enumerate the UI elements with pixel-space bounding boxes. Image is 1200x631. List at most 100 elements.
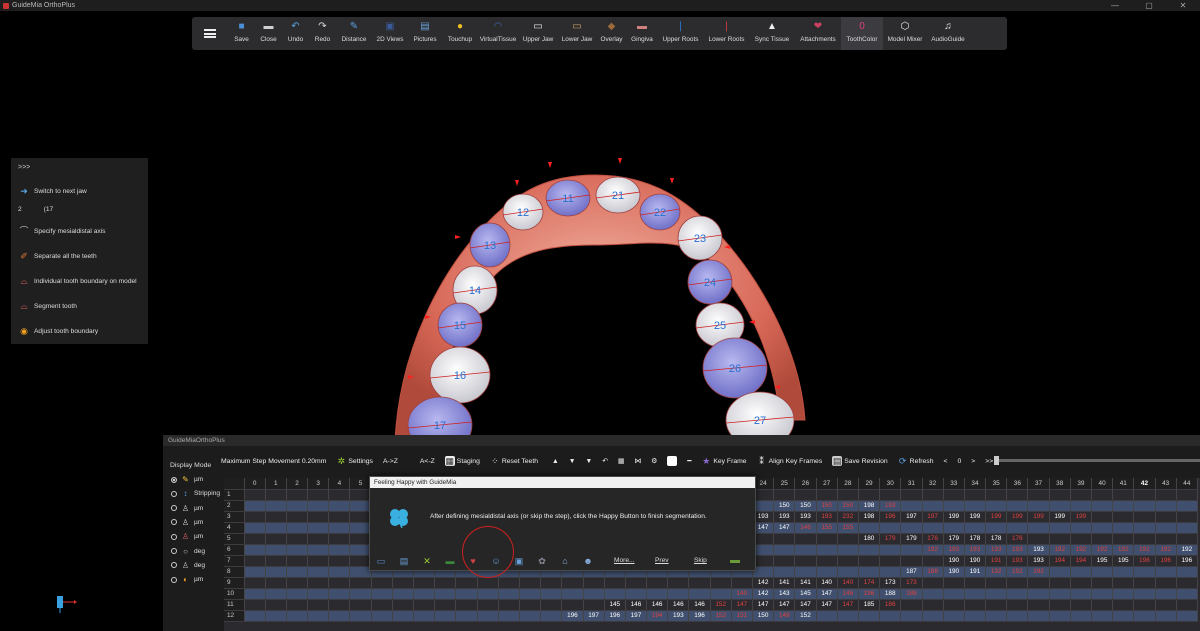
grid-cell[interactable] [1091, 489, 1114, 501]
grid-cell[interactable]: 188 [922, 566, 944, 578]
radio-button[interactable] [171, 533, 177, 540]
grid-cell[interactable] [1155, 522, 1177, 534]
grid-cell[interactable] [1133, 511, 1156, 523]
grid-cell[interactable]: 179 [943, 533, 965, 545]
grid-cell[interactable] [371, 577, 393, 589]
grid-cell[interactable]: 145 [604, 599, 626, 611]
grid-cell[interactable] [964, 610, 987, 622]
grid-cell[interactable]: 199 [943, 511, 965, 523]
grid-button[interactable]: ▦ [618, 457, 624, 465]
grid-cell[interactable] [477, 599, 499, 611]
grid-cell[interactable] [561, 599, 584, 611]
grid-cell[interactable]: 176 [1006, 533, 1029, 545]
grid-cell[interactable] [265, 610, 287, 622]
grid-cell[interactable] [922, 588, 944, 600]
grid-cell[interactable] [1091, 566, 1114, 578]
grid-cell[interactable] [837, 555, 859, 567]
grid-cell[interactable]: 193 [964, 544, 987, 556]
grid-cell[interactable] [244, 577, 266, 589]
grid-cell[interactable] [943, 610, 965, 622]
grid-cell[interactable] [688, 588, 711, 600]
grid-cell[interactable] [1112, 599, 1135, 611]
grid-cell[interactable] [964, 522, 987, 534]
grid-cell[interactable] [1070, 588, 1093, 600]
grid-cell[interactable] [1176, 522, 1198, 534]
grid-cell[interactable] [1091, 511, 1114, 523]
grid-cell[interactable] [455, 577, 478, 589]
grid-column-header[interactable]: 35 [985, 478, 1008, 490]
grid-column-header[interactable]: 3 [307, 478, 330, 490]
grid-cell[interactable] [794, 489, 817, 501]
grid-cell[interactable] [1133, 577, 1156, 589]
grid-cell[interactable] [307, 588, 330, 600]
grid-cell[interactable]: 147 [773, 599, 796, 611]
toolbar-upper-jaw-button[interactable]: ▭ Upper Jaw [518, 17, 558, 50]
grid-cell[interactable] [328, 511, 351, 523]
grid-cell[interactable] [667, 588, 690, 600]
grid-cell[interactable] [1176, 588, 1198, 600]
grid-cell[interactable]: 146 [837, 588, 859, 600]
grid-cell[interactable] [1155, 610, 1177, 622]
grid-cell[interactable] [349, 500, 372, 512]
grid-cell[interactable] [498, 599, 520, 611]
toolbar-redo-button[interactable]: ↷ Redo [309, 17, 336, 50]
grid-cell[interactable] [286, 544, 309, 556]
grid-cell[interactable]: 193 [816, 511, 838, 523]
grid-column-header[interactable]: 30 [879, 478, 902, 490]
grid-cell[interactable] [561, 588, 584, 600]
grid-row-label[interactable]: 7 [224, 555, 245, 567]
grid-cell[interactable]: 146 [625, 599, 648, 611]
grid-cell[interactable] [265, 577, 287, 589]
display-mode-option[interactable]: ↕ Stripping [171, 489, 220, 498]
display-mode-option[interactable]: ✎ µm [171, 475, 203, 484]
grid-cell[interactable]: 192 [985, 566, 1008, 578]
grid-cell[interactable]: 192 [1070, 544, 1093, 556]
grid-cell[interactable] [1155, 566, 1177, 578]
grid-cell[interactable] [413, 588, 436, 600]
grid-cell[interactable] [858, 555, 881, 567]
grid-cell[interactable] [328, 489, 351, 501]
grid-cell[interactable] [286, 599, 309, 611]
grid-row-label[interactable]: 8 [224, 566, 245, 578]
grid-cell[interactable] [1049, 577, 1071, 589]
grid-cell[interactable] [773, 489, 796, 501]
grid-cell[interactable] [244, 555, 266, 567]
grid-cell[interactable] [244, 522, 266, 534]
grid-cell[interactable] [1133, 500, 1156, 512]
grid-cell[interactable] [1070, 489, 1093, 501]
grid-cell[interactable]: 146 [688, 599, 711, 611]
grid-cell[interactable] [583, 577, 605, 589]
grid-cell[interactable] [1049, 610, 1071, 622]
grid-cell[interactable]: 192 [1049, 544, 1071, 556]
grid-row-label[interactable]: 2 [224, 500, 245, 512]
grid-cell[interactable] [307, 522, 330, 534]
step-5-button[interactable]: ◉ Adjust tooth boundary [18, 325, 98, 337]
grid-cell[interactable] [349, 610, 372, 622]
grid-cell[interactable] [1049, 522, 1071, 534]
grid-cell[interactable] [773, 555, 796, 567]
prev-frame-button[interactable]: < [943, 458, 947, 465]
grid-cell[interactable] [688, 577, 711, 589]
toolbar-overlay-button[interactable]: ◆ Overlay [596, 17, 627, 50]
radio-button[interactable] [171, 562, 177, 569]
grid-cell[interactable] [519, 610, 542, 622]
grid-column-header[interactable]: 34 [964, 478, 987, 490]
move-up-button[interactable]: ▲ [552, 458, 559, 465]
grid-cell[interactable] [816, 555, 838, 567]
minus-button[interactable]: ━ [687, 457, 691, 465]
grid-cell[interactable] [307, 566, 330, 578]
toolbar-lower-roots-button[interactable]: ❘ Lower Roots [704, 17, 749, 50]
grid-column-header[interactable]: 2 [286, 478, 309, 490]
grid-cell[interactable] [434, 599, 457, 611]
grid-cell[interactable] [1133, 489, 1156, 501]
toolbar-close-button[interactable]: ▬ Close [255, 17, 282, 50]
grid-cell[interactable] [816, 489, 838, 501]
grid-cell[interactable] [583, 588, 605, 600]
grid-column-header[interactable]: 41 [1112, 478, 1135, 490]
grid-cell[interactable]: 191 [985, 555, 1008, 567]
grid-cell[interactable]: 195 [1112, 555, 1135, 567]
grid-cell[interactable] [858, 566, 881, 578]
grid-cell[interactable] [985, 599, 1008, 611]
grid-cell[interactable] [1006, 610, 1029, 622]
grid-cell[interactable] [646, 588, 669, 600]
